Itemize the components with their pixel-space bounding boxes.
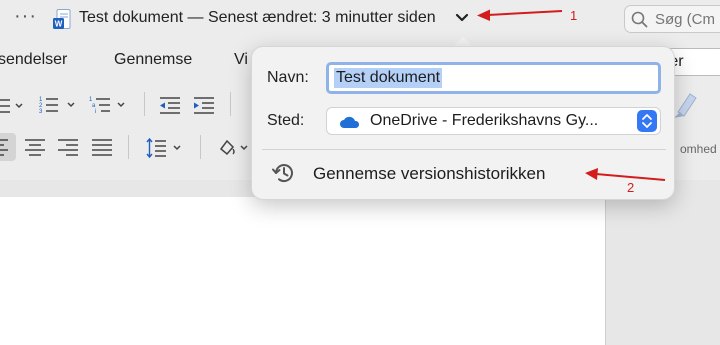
search-box[interactable] [624, 5, 720, 33]
location-value: OneDrive - Frederikshavns Gy... [370, 112, 599, 129]
shading-icon[interactable] [216, 137, 250, 159]
ribbon-label-fragment: omhed [680, 142, 717, 156]
decrease-indent-icon[interactable] [158, 95, 182, 115]
svg-text:3: 3 [39, 109, 43, 115]
ribbon-divider [230, 92, 231, 116]
more-icon[interactable]: ··· [14, 6, 37, 26]
bullet-list-icon[interactable] [0, 96, 26, 116]
name-field-value: Test dokument [334, 68, 443, 88]
tab-review[interactable]: Gennemse [114, 51, 192, 69]
document-title[interactable]: Test dokument — Senest ændret: 3 minutte… [79, 9, 436, 27]
svg-text:i: i [95, 109, 96, 115]
version-history-button[interactable]: Gennemse versionshistorikken [262, 153, 666, 193]
annotation-number-2: 2 [627, 180, 635, 195]
search-input[interactable] [655, 9, 720, 29]
ribbon-divider [128, 135, 129, 159]
justify-icon[interactable] [91, 137, 113, 157]
chevron-down-icon[interactable] [455, 11, 469, 23]
editor-icon[interactable] [672, 88, 700, 122]
align-center-icon[interactable] [24, 137, 46, 157]
line-spacing-icon[interactable] [144, 137, 186, 159]
document-canvas [0, 180, 720, 345]
name-field[interactable]: Test dokument [326, 62, 661, 94]
numbered-list-icon[interactable]: 123 [38, 94, 80, 116]
search-icon [631, 11, 648, 28]
version-history-label: Gennemse versionshistorikken [313, 164, 546, 183]
select-chevron-icon[interactable] [637, 110, 657, 132]
ribbon-divider [144, 92, 145, 116]
title-bar: ··· W Test dokument — Senest ændret: 3 m… [0, 0, 720, 38]
svg-text:W: W [55, 20, 63, 29]
align-left-icon[interactable] [0, 133, 16, 161]
location-select[interactable]: OneDrive - Frederikshavns Gy... [326, 107, 661, 135]
tab-mailings[interactable]: sendelser [0, 51, 67, 69]
word-doc-icon: W [53, 9, 71, 30]
increase-indent-icon[interactable] [192, 95, 216, 115]
history-icon [271, 160, 297, 186]
place-label: Sted: [267, 112, 305, 129]
annotation-number-1: 1 [570, 8, 578, 23]
document-page[interactable] [0, 197, 606, 345]
ribbon-divider [200, 135, 201, 159]
document-info-popover: Navn: Test dokument Sted: OneDrive - Fre… [251, 46, 675, 200]
cloud-icon [339, 115, 361, 129]
tab-view[interactable]: Vi [234, 51, 248, 69]
name-label: Navn: [267, 69, 309, 86]
multilevel-list-icon[interactable]: 1ai [88, 94, 130, 116]
align-right-icon[interactable] [57, 137, 79, 157]
popover-divider [262, 149, 666, 150]
